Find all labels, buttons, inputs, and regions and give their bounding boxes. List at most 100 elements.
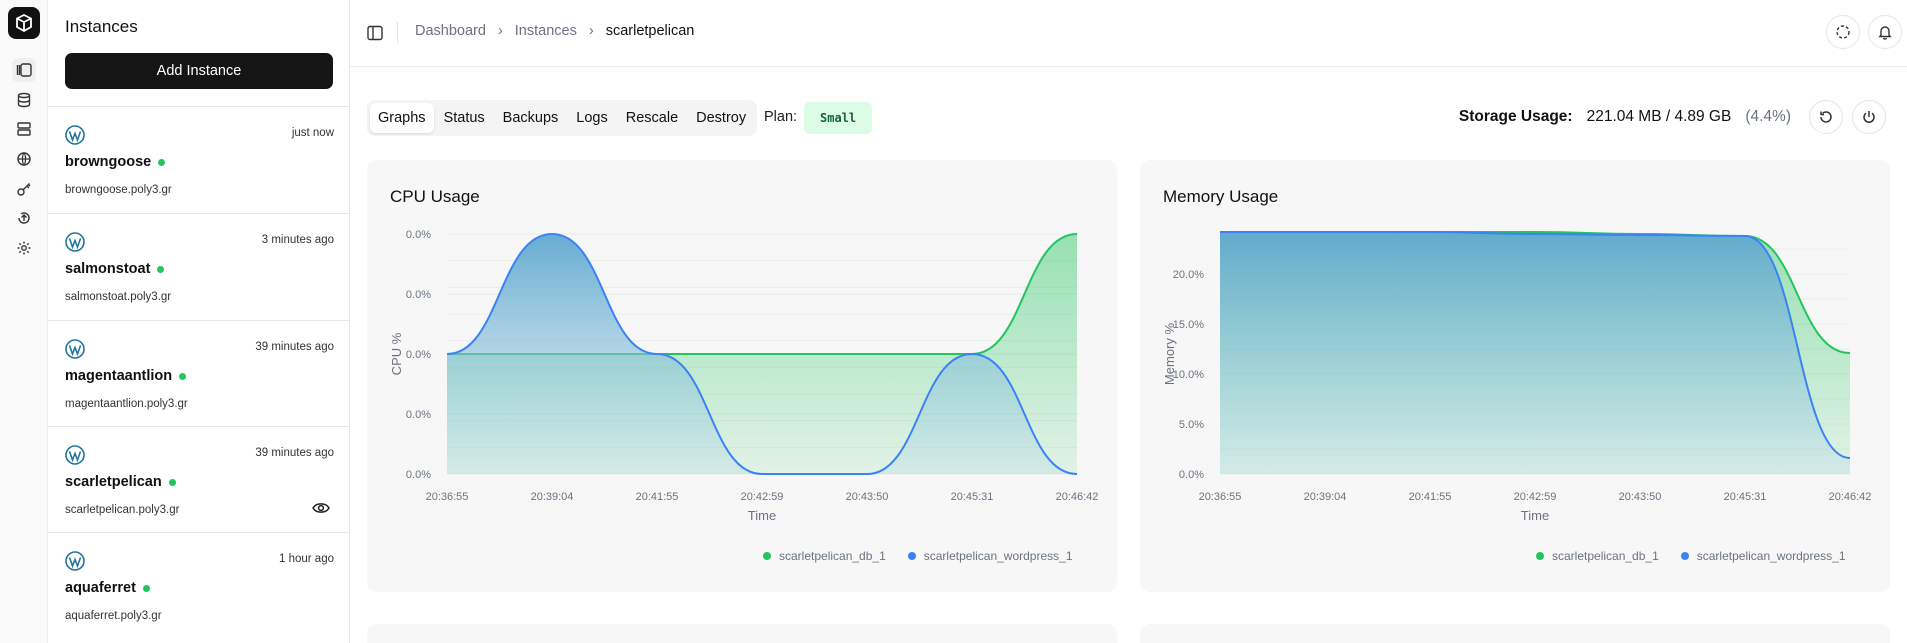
instance-name-text: aquaferret (65, 580, 136, 596)
panel-title: Instances (65, 17, 138, 36)
sidebar-toggle-icon[interactable] (366, 24, 384, 42)
tab-status[interactable]: Status (436, 103, 493, 133)
instance-name-text: salmonstoat (65, 261, 151, 277)
next-chart-card (367, 624, 1117, 643)
chevron-right-icon: › (497, 23, 503, 39)
y-tick-label: 0.0% (406, 469, 431, 481)
y-tick-label: 5.0% (1179, 419, 1204, 431)
database-icon[interactable] (12, 88, 36, 112)
cpu-legend: scarletpelican_db_1 scarletpelican_wordp… (763, 549, 1073, 563)
x-tick-label: 20:46:42 (1829, 491, 1872, 503)
x-tick-label: 20:45:31 (951, 491, 994, 503)
instance-name: aquaferret (65, 580, 150, 596)
x-tick-label: 20:45:31 (1724, 491, 1767, 503)
chevron-right-icon: › (588, 23, 594, 39)
status-dot (158, 158, 166, 166)
cpu-usage-card: CPU Usage 0.0% 0.0% 0.0% 0.0% 0.0% 20:36:55 20… (367, 160, 1117, 592)
legend-dot (763, 552, 771, 560)
legend-label: scarletpelican_wordpress_1 (923, 549, 1073, 563)
server-icon[interactable] (12, 117, 36, 141)
x-tick-label: 20:41:55 (636, 491, 679, 503)
legend-label: scarletpelican_wordpress_1 (1696, 549, 1846, 563)
x-axis-label: Time (1521, 508, 1549, 523)
instance-name-text: scarletpelican (65, 474, 162, 490)
y-tick-label: 10.0% (1173, 369, 1204, 381)
legend-item-db[interactable]: scarletpelican_db_1 (1536, 549, 1659, 563)
notifications-button[interactable] (1868, 15, 1902, 49)
instance-tabs: Graphs Status Backups Logs Rescale Destr… (367, 100, 758, 136)
add-instance-button[interactable]: Add Instance (65, 53, 333, 89)
wordpress-icon (65, 339, 85, 359)
legend-dot (1536, 552, 1544, 560)
legend-label: scarletpelican_db_1 (1552, 549, 1659, 563)
tab-rescale[interactable]: Rescale (618, 103, 686, 133)
legend-item-db[interactable]: scarletpelican_db_1 (763, 549, 886, 563)
instance-item-magentaantlion[interactable]: 39 minutes ago magentaantlion magentaant… (48, 320, 349, 427)
y-tick-label: 20.0% (1173, 269, 1204, 281)
y-axis-label: CPU % (389, 332, 404, 375)
x-tick-label: 20:36:55 (1199, 491, 1242, 503)
main-content: Dashboard › Instances › scarletpelican G… (350, 0, 1907, 643)
breadcrumb-dashboard[interactable]: Dashboard (415, 23, 486, 39)
eye-icon[interactable] (312, 501, 330, 515)
instance-name: browngoose (65, 154, 166, 170)
deploy-icon[interactable] (12, 206, 36, 230)
legend-item-wordpress[interactable]: scarletpelican_wordpress_1 (1680, 549, 1846, 563)
x-tick-label: 20:42:59 (741, 491, 784, 503)
series-area-wordpress (1220, 232, 1850, 474)
instance-item-aquaferret[interactable]: 1 hour ago aquaferret aquaferret.poly3.g… (48, 532, 349, 639)
power-icon (1863, 111, 1875, 123)
legend-dot (907, 552, 916, 560)
instance-domain: browngoose.poly3.gr (65, 184, 172, 196)
key-icon[interactable] (12, 177, 36, 201)
instance-name-text: browngoose (65, 154, 152, 170)
instance-domain: aquaferret.poly3.gr (65, 610, 162, 622)
wordpress-icon (65, 232, 85, 252)
legend-dot (1680, 552, 1689, 560)
y-tick-label: 0.0% (1179, 469, 1204, 481)
icon-rail (0, 0, 48, 643)
memory-legend: scarletpelican_db_1 scarletpelican_wordp… (1536, 549, 1846, 563)
breadcrumb-instances[interactable]: Instances (515, 23, 577, 39)
x-tick-label: 20:43:50 (846, 491, 889, 503)
breadcrumb: Dashboard › Instances › scarletpelican (415, 23, 694, 39)
tab-backups[interactable]: Backups (495, 103, 567, 133)
wordpress-icon (65, 125, 85, 145)
memory-usage-card: Memory Usage 0.0% 5.0% 10.0% 15.0% 20.0% 20:3… (1140, 160, 1890, 592)
instance-item-browngoose[interactable]: just now browngoose browngoose.poly3.gr (48, 106, 349, 213)
wordpress-icon (65, 445, 85, 465)
plan-badge: Small (804, 102, 873, 134)
y-axis-label: Memory % (1162, 323, 1177, 386)
instance-time: 39 minutes ago (255, 447, 334, 459)
y-tick-label: 0.0% (406, 229, 431, 241)
instances-panel: Instances Add Instance just now browngoo… (48, 0, 350, 643)
top-bar: Dashboard › Instances › scarletpelican (350, 0, 1907, 67)
cpu-chart: 0.0% 0.0% 0.0% 0.0% 0.0% 20:36:55 20:39:04 20:4… (389, 229, 1098, 523)
next-chart-card (1140, 624, 1890, 643)
x-tick-label: 20:42:59 (1514, 491, 1557, 503)
bell-icon (1878, 26, 1892, 40)
power-button[interactable] (1852, 100, 1886, 134)
restart-icon (1820, 111, 1832, 123)
tab-graphs[interactable]: Graphs (370, 103, 434, 133)
status-dot (179, 372, 187, 380)
settings-icon[interactable] (12, 236, 36, 260)
storage-usage: Storage Usage: 221.04 MB / 4.89 GB (4.4%… (1459, 108, 1791, 126)
instance-time: 3 minutes ago (261, 234, 334, 246)
restart-button[interactable] (1809, 100, 1843, 134)
instance-item-salmonstoat[interactable]: 3 minutes ago salmonstoat salmonstoat.po… (48, 213, 349, 320)
tab-logs[interactable]: Logs (568, 103, 615, 133)
y-tick-label: 0.0% (406, 289, 431, 301)
app-logo-icon[interactable] (8, 7, 40, 39)
tab-destroy[interactable]: Destroy (688, 103, 754, 133)
instance-name: salmonstoat (65, 261, 165, 277)
legend-label: scarletpelican_db_1 (779, 549, 886, 563)
loading-status-button[interactable] (1826, 15, 1860, 49)
globe-icon[interactable] (12, 147, 36, 171)
legend-item-wordpress[interactable]: scarletpelican_wordpress_1 (907, 549, 1073, 563)
instance-item-scarletpelican[interactable]: 39 minutes ago scarletpelican scarletpel… (48, 426, 349, 533)
plan-label: Plan: (764, 109, 798, 125)
x-tick-label: 20:39:04 (1304, 491, 1347, 503)
storage-label: Storage Usage: (1458, 108, 1573, 125)
instances-nav-icon[interactable] (12, 58, 36, 82)
